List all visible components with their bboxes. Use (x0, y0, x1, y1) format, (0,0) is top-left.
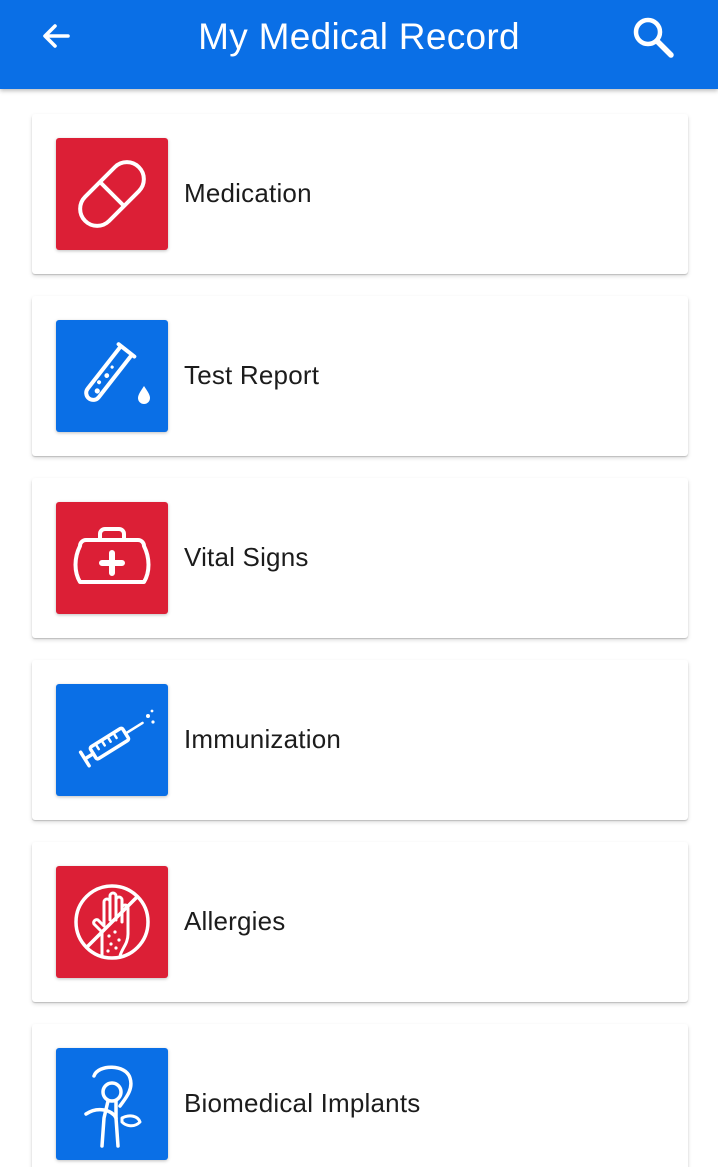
pill-capsule-icon (78, 160, 146, 228)
list-item-label: Immunization (184, 724, 342, 754)
vital-signs-tile (56, 502, 168, 614)
syringe-icon (78, 709, 155, 768)
allergy-hand-icon (74, 884, 150, 960)
immunization-tile (56, 684, 168, 796)
test-tube-icon (84, 342, 150, 404)
list-item-label: Allergies (184, 906, 286, 936)
list-item-medication[interactable]: Medication (32, 114, 688, 274)
list-item-label: Vital Signs (184, 542, 309, 572)
record-category-list: Medication Test Report Vital Signs Immun… (0, 89, 718, 1167)
medical-bag-icon (73, 527, 151, 584)
list-item-label: Medication (184, 178, 312, 208)
list-item-immunization[interactable]: Immunization (32, 660, 688, 820)
medication-tile (56, 138, 168, 250)
list-item-allergies[interactable]: Allergies (32, 842, 688, 1002)
page-title: My Medical Record (198, 16, 520, 57)
biomedical-implants-tile (56, 1048, 168, 1160)
search-icon (633, 17, 674, 58)
list-item-label: Test Report (184, 360, 320, 390)
list-item-vital-signs[interactable]: Vital Signs (32, 478, 688, 638)
list-item-label: Biomedical Implants (184, 1088, 421, 1118)
hip-implant-icon (84, 1065, 142, 1148)
search-button[interactable] (626, 14, 680, 60)
list-item-test-report[interactable]: Test Report (32, 296, 688, 456)
app-bar: My Medical Record (0, 0, 718, 89)
list-item-biomedical-implants[interactable]: Biomedical Implants (32, 1024, 688, 1167)
allergies-tile (56, 866, 168, 978)
test-report-tile (56, 320, 168, 432)
